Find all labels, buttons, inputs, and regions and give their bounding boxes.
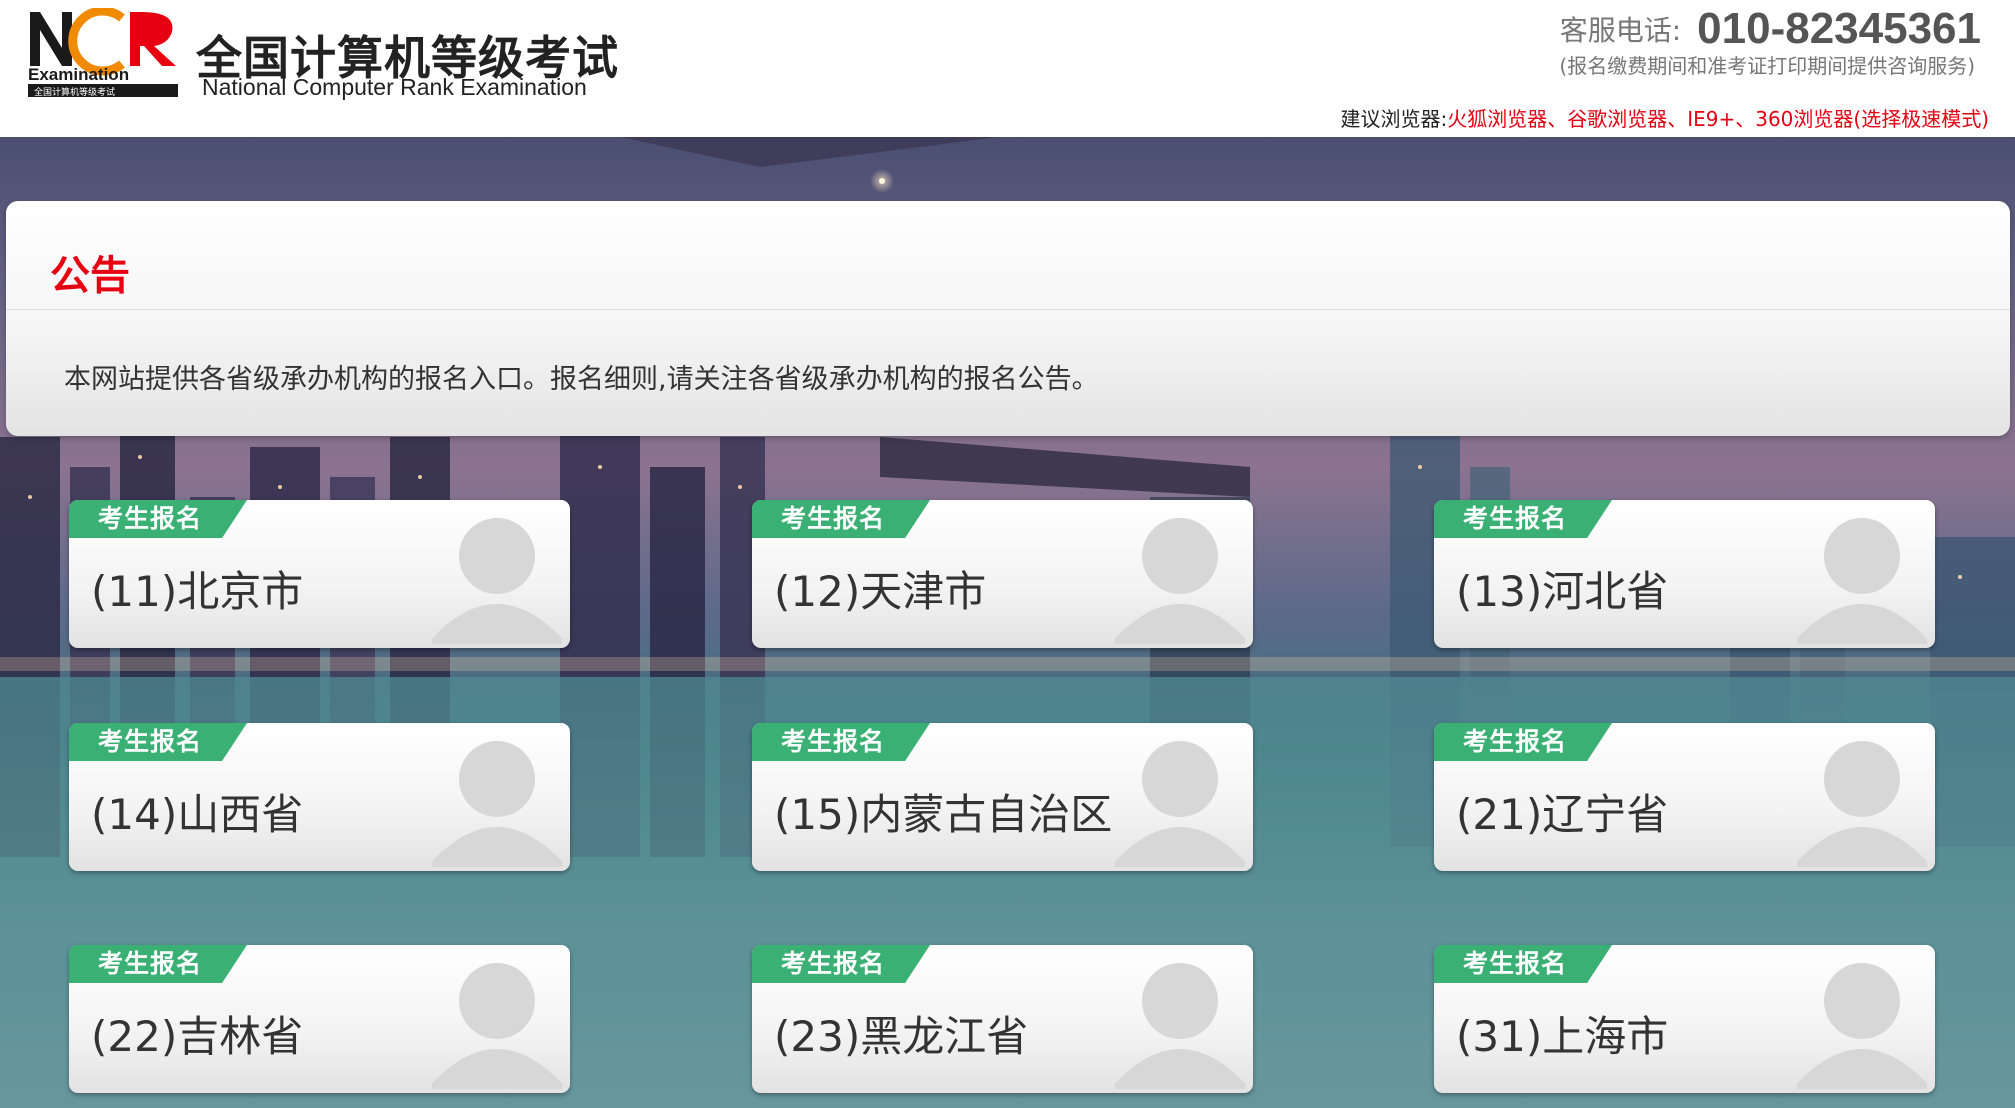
avatar-placeholder-icon xyxy=(1797,963,1927,1089)
province-name: (15)内蒙古自治区 xyxy=(774,790,1113,839)
registration-badge: 考生报名 xyxy=(752,945,930,983)
notice-divider xyxy=(6,309,2010,310)
province-card-heilongjiang[interactable]: 考生报名 (23)黑龙江省 xyxy=(752,945,1253,1093)
registration-badge: 考生报名 xyxy=(1434,723,1612,761)
notice-body: 本网站提供各省级承办机构的报名入口。报名细则,请关注各省级承办机构的报名公告。 xyxy=(64,364,1099,395)
province-card-tianjin[interactable]: 考生报名 (12)天津市 xyxy=(752,500,1253,648)
registration-badge: 考生报名 xyxy=(69,500,247,538)
avatar-placeholder-icon xyxy=(1115,741,1245,867)
hotline-label: 客服电话: xyxy=(1559,14,1682,47)
notice-title: 公告 xyxy=(50,253,130,299)
registration-badge: 考生报名 xyxy=(752,723,930,761)
avatar-placeholder-icon xyxy=(432,963,562,1089)
avatar-placeholder-icon xyxy=(1797,741,1927,867)
avatar-placeholder-icon xyxy=(1115,518,1245,644)
province-card-liaoning[interactable]: 考生报名 (21)辽宁省 xyxy=(1434,723,1935,871)
site-header: Examination 全国计算机等级考试 全国计算机等级考试 National… xyxy=(0,0,2015,137)
province-name: (21)辽宁省 xyxy=(1456,790,1669,839)
province-name: (12)天津市 xyxy=(774,567,987,616)
registration-badge: 考生报名 xyxy=(1434,500,1612,538)
avatar-placeholder-icon xyxy=(1797,518,1927,644)
browser-tip-value: 火狐浏览器、谷歌浏览器、IE9+、360浏览器(选择极速模式) xyxy=(1447,107,1989,131)
province-name: (11)北京市 xyxy=(91,567,304,616)
province-card-jilin[interactable]: 考生报名 (22)吉林省 xyxy=(69,945,570,1093)
avatar-placeholder-icon xyxy=(432,741,562,867)
registration-badge: 考生报名 xyxy=(69,723,247,761)
province-name: (23)黑龙江省 xyxy=(774,1012,1029,1061)
province-card-inner-mongolia[interactable]: 考生报名 (15)内蒙古自治区 xyxy=(752,723,1253,871)
province-name: (13)河北省 xyxy=(1456,567,1669,616)
province-card-shanghai[interactable]: 考生报名 (31)上海市 xyxy=(1434,945,1935,1093)
registration-badge: 考生报名 xyxy=(1434,945,1612,983)
registration-badge: 考生报名 xyxy=(69,945,247,983)
province-card-beijing[interactable]: 考生报名 (11)北京市 xyxy=(69,500,570,648)
avatar-placeholder-icon xyxy=(1115,963,1245,1089)
browser-tip-label: 建议浏览器: xyxy=(1340,107,1448,131)
ncre-logo[interactable]: Examination 全国计算机等级考试 xyxy=(26,8,182,98)
province-name: (31)上海市 xyxy=(1456,1012,1669,1061)
province-card-hebei[interactable]: 考生报名 (13)河北省 xyxy=(1434,500,1935,648)
registration-badge: 考生报名 xyxy=(752,500,930,538)
province-card-shanxi[interactable]: 考生报名 (14)山西省 xyxy=(69,723,570,871)
browser-tip: 建议浏览器:火狐浏览器、谷歌浏览器、IE9+、360浏览器(选择极速模式) xyxy=(1340,103,1989,132)
notice-panel: 公告 本网站提供各省级承办机构的报名入口。报名细则,请关注各省级承办机构的报名公… xyxy=(6,201,2010,436)
hotline-number: 010-82345361 xyxy=(1697,4,1981,53)
hotline-note: (报名缴费期间和准考证打印期间提供咨询服务) xyxy=(1559,54,1975,78)
avatar-placeholder-icon xyxy=(432,518,562,644)
hotline: 客服电话: 010-82345361 xyxy=(1560,4,1981,54)
site-subtitle: National Computer Rank Examination xyxy=(202,74,587,100)
svg-text:全国计算机等级考试: 全国计算机等级考试 xyxy=(34,86,115,98)
svg-text:Examination: Examination xyxy=(28,65,129,84)
province-name: (22)吉林省 xyxy=(91,1012,304,1061)
province-name: (14)山西省 xyxy=(91,790,304,839)
